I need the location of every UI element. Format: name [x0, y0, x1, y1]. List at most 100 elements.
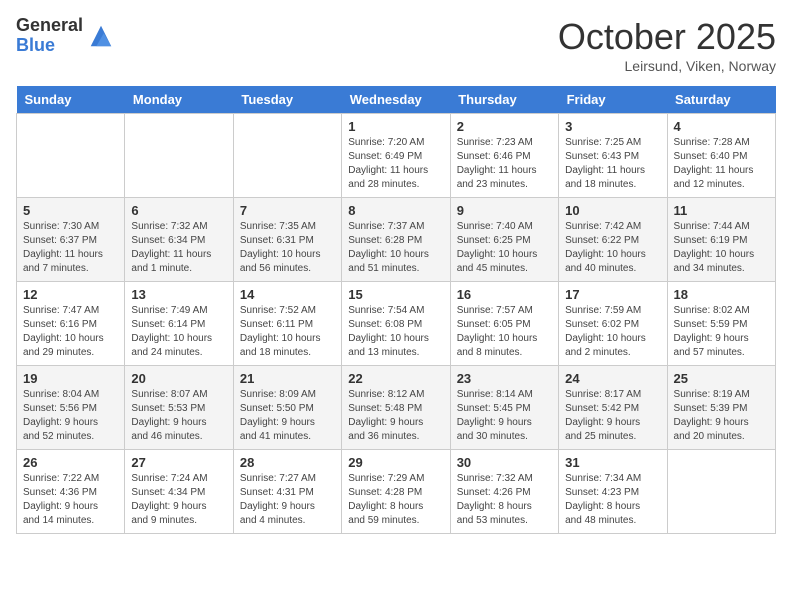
week-row-3: 12 Sunrise: 7:47 AM Sunset: 6:16 PM Dayli…: [17, 282, 776, 366]
day-number: 29: [348, 455, 443, 470]
day-number: 9: [457, 203, 552, 218]
day-number: 3: [565, 119, 660, 134]
logo: General Blue: [16, 16, 115, 56]
day-number: 26: [23, 455, 118, 470]
day-info: Sunrise: 7:34 AM Sunset: 4:23 PM Dayligh…: [565, 472, 660, 528]
day-cell: 17 Sunrise: 7:59 AM Sunset: 6:02 PM Dayli…: [559, 282, 667, 366]
day-cell: 27Sunrise: 7:24 AM Sunset: 4:34 PM Dayli…: [125, 450, 233, 534]
week-row-5: 26Sunrise: 7:22 AM Sunset: 4:36 PM Dayli…: [17, 450, 776, 534]
day-cell: 13Sunrise: 7:49 AM Sunset: 6:14 PM Dayli…: [125, 282, 233, 366]
page-header: General Blue October 2025 Leirsund, Vike…: [16, 16, 776, 74]
day-info: Sunrise: 7:37 AM Sunset: 6:28 PM Dayligh…: [348, 220, 443, 276]
col-header-wednesday: Wednesday: [342, 86, 450, 114]
col-header-friday: Friday: [559, 86, 667, 114]
day-info: Sunrise: 7:25 AM Sunset: 6:43 PM Dayligh…: [565, 136, 660, 192]
day-cell: 14 Sunrise: 7:52 AM Sunset: 6:11 PM Dayli…: [233, 282, 341, 366]
day-info: Sunrise: 7:49 AM Sunset: 6:14 PM Dayligh…: [131, 304, 226, 360]
day-number: 7: [240, 203, 335, 218]
day-cell: 8Sunrise: 7:37 AM Sunset: 6:28 PM Daylig…: [342, 198, 450, 282]
day-cell: [233, 114, 341, 198]
day-number: 2: [457, 119, 552, 134]
day-cell: [125, 114, 233, 198]
location: Leirsund, Viken, Norway: [558, 58, 776, 74]
day-cell: 5Sunrise: 7:30 AM Sunset: 6:37 PM Daylig…: [17, 198, 125, 282]
day-number: 17: [565, 287, 660, 302]
day-cell: 21Sunrise: 8:09 AM Sunset: 5:50 PM Dayli…: [233, 366, 341, 450]
day-number: 22: [348, 371, 443, 386]
day-info: Sunrise: 7:40 AM Sunset: 6:25 PM Dayligh…: [457, 220, 552, 276]
col-header-thursday: Thursday: [450, 86, 558, 114]
day-number: 20: [131, 371, 226, 386]
day-number: 16: [457, 287, 552, 302]
day-info: Sunrise: 7:20 AM Sunset: 6:49 PM Dayligh…: [348, 136, 443, 192]
day-info: Sunrise: 7:52 AM Sunset: 6:11 PM Dayligh…: [240, 304, 335, 360]
day-number: 24: [565, 371, 660, 386]
day-cell: 19 Sunrise: 8:04 AM Sunset: 5:56 PM Dayli…: [17, 366, 125, 450]
day-info: Sunrise: 7:28 AM Sunset: 6:40 PM Dayligh…: [674, 136, 769, 192]
day-info: Sunrise: 8:19 AM Sunset: 5:39 PM Dayligh…: [674, 388, 769, 444]
day-info: Sunrise: 7:57 AM Sunset: 6:05 PM Dayligh…: [457, 304, 552, 360]
day-number: 10: [565, 203, 660, 218]
day-cell: 26Sunrise: 7:22 AM Sunset: 4:36 PM Dayli…: [17, 450, 125, 534]
day-info: Sunrise: 7:59 AM Sunset: 6:02 PM Dayligh…: [565, 304, 660, 360]
day-cell: 15 Sunrise: 7:54 AM Sunset: 6:08 PM Dayli…: [342, 282, 450, 366]
day-info: Sunrise: 7:32 AM Sunset: 4:26 PM Dayligh…: [457, 472, 552, 528]
day-cell: 11Sunrise: 7:44 AM Sunset: 6:19 PM Dayli…: [667, 198, 775, 282]
day-cell: 29 Sunrise: 7:29 AM Sunset: 4:28 PM Dayli…: [342, 450, 450, 534]
day-number: 14: [240, 287, 335, 302]
day-cell: [17, 114, 125, 198]
col-header-sunday: Sunday: [17, 86, 125, 114]
day-info: Sunrise: 8:02 AM Sunset: 5:59 PM Dayligh…: [674, 304, 769, 360]
week-row-4: 19 Sunrise: 8:04 AM Sunset: 5:56 PM Dayli…: [17, 366, 776, 450]
day-info: Sunrise: 7:27 AM Sunset: 4:31 PM Dayligh…: [240, 472, 335, 528]
logo-blue-text: Blue: [16, 36, 83, 56]
title-block: October 2025 Leirsund, Viken, Norway: [558, 16, 776, 74]
week-row-2: 5Sunrise: 7:30 AM Sunset: 6:37 PM Daylig…: [17, 198, 776, 282]
day-info: Sunrise: 8:07 AM Sunset: 5:53 PM Dayligh…: [131, 388, 226, 444]
day-info: Sunrise: 7:54 AM Sunset: 6:08 PM Dayligh…: [348, 304, 443, 360]
week-row-1: 1 Sunrise: 7:20 AM Sunset: 6:49 PM Daylig…: [17, 114, 776, 198]
day-cell: 24 Sunrise: 8:17 AM Sunset: 5:42 PM Dayli…: [559, 366, 667, 450]
day-cell: 31Sunrise: 7:34 AM Sunset: 4:23 PM Dayli…: [559, 450, 667, 534]
day-cell: 25 Sunrise: 8:19 AM Sunset: 5:39 PM Dayli…: [667, 366, 775, 450]
month-title: October 2025: [558, 16, 776, 58]
day-info: Sunrise: 7:42 AM Sunset: 6:22 PM Dayligh…: [565, 220, 660, 276]
day-info: Sunrise: 7:47 AM Sunset: 6:16 PM Dayligh…: [23, 304, 118, 360]
day-info: Sunrise: 8:04 AM Sunset: 5:56 PM Dayligh…: [23, 388, 118, 444]
day-cell: 16 Sunrise: 7:57 AM Sunset: 6:05 PM Dayli…: [450, 282, 558, 366]
day-number: 19: [23, 371, 118, 386]
day-cell: 12 Sunrise: 7:47 AM Sunset: 6:16 PM Dayli…: [17, 282, 125, 366]
day-number: 18: [674, 287, 769, 302]
day-cell: 30 Sunrise: 7:32 AM Sunset: 4:26 PM Dayli…: [450, 450, 558, 534]
day-cell: 6 Sunrise: 7:32 AM Sunset: 6:34 PM Daylig…: [125, 198, 233, 282]
day-number: 11: [674, 203, 769, 218]
header-row: SundayMondayTuesdayWednesdayThursdayFrid…: [17, 86, 776, 114]
day-cell: 18 Sunrise: 8:02 AM Sunset: 5:59 PM Dayli…: [667, 282, 775, 366]
day-number: 6: [131, 203, 226, 218]
col-header-tuesday: Tuesday: [233, 86, 341, 114]
day-cell: 28 Sunrise: 7:27 AM Sunset: 4:31 PM Dayli…: [233, 450, 341, 534]
day-number: 4: [674, 119, 769, 134]
day-cell: 20 Sunrise: 8:07 AM Sunset: 5:53 PM Dayli…: [125, 366, 233, 450]
day-number: 28: [240, 455, 335, 470]
day-number: 30: [457, 455, 552, 470]
logo-icon: [87, 22, 115, 50]
day-info: Sunrise: 8:17 AM Sunset: 5:42 PM Dayligh…: [565, 388, 660, 444]
day-info: Sunrise: 8:14 AM Sunset: 5:45 PM Dayligh…: [457, 388, 552, 444]
day-number: 1: [348, 119, 443, 134]
day-cell: 2Sunrise: 7:23 AM Sunset: 6:46 PM Daylig…: [450, 114, 558, 198]
day-cell: 10 Sunrise: 7:42 AM Sunset: 6:22 PM Dayli…: [559, 198, 667, 282]
day-cell: [667, 450, 775, 534]
day-number: 25: [674, 371, 769, 386]
day-info: Sunrise: 7:29 AM Sunset: 4:28 PM Dayligh…: [348, 472, 443, 528]
day-cell: 3 Sunrise: 7:25 AM Sunset: 6:43 PM Daylig…: [559, 114, 667, 198]
day-info: Sunrise: 8:09 AM Sunset: 5:50 PM Dayligh…: [240, 388, 335, 444]
day-number: 12: [23, 287, 118, 302]
day-info: Sunrise: 8:12 AM Sunset: 5:48 PM Dayligh…: [348, 388, 443, 444]
day-number: 15: [348, 287, 443, 302]
day-info: Sunrise: 7:32 AM Sunset: 6:34 PM Dayligh…: [131, 220, 226, 276]
day-number: 5: [23, 203, 118, 218]
col-header-saturday: Saturday: [667, 86, 775, 114]
day-number: 27: [131, 455, 226, 470]
day-cell: 7Sunrise: 7:35 AM Sunset: 6:31 PM Daylig…: [233, 198, 341, 282]
